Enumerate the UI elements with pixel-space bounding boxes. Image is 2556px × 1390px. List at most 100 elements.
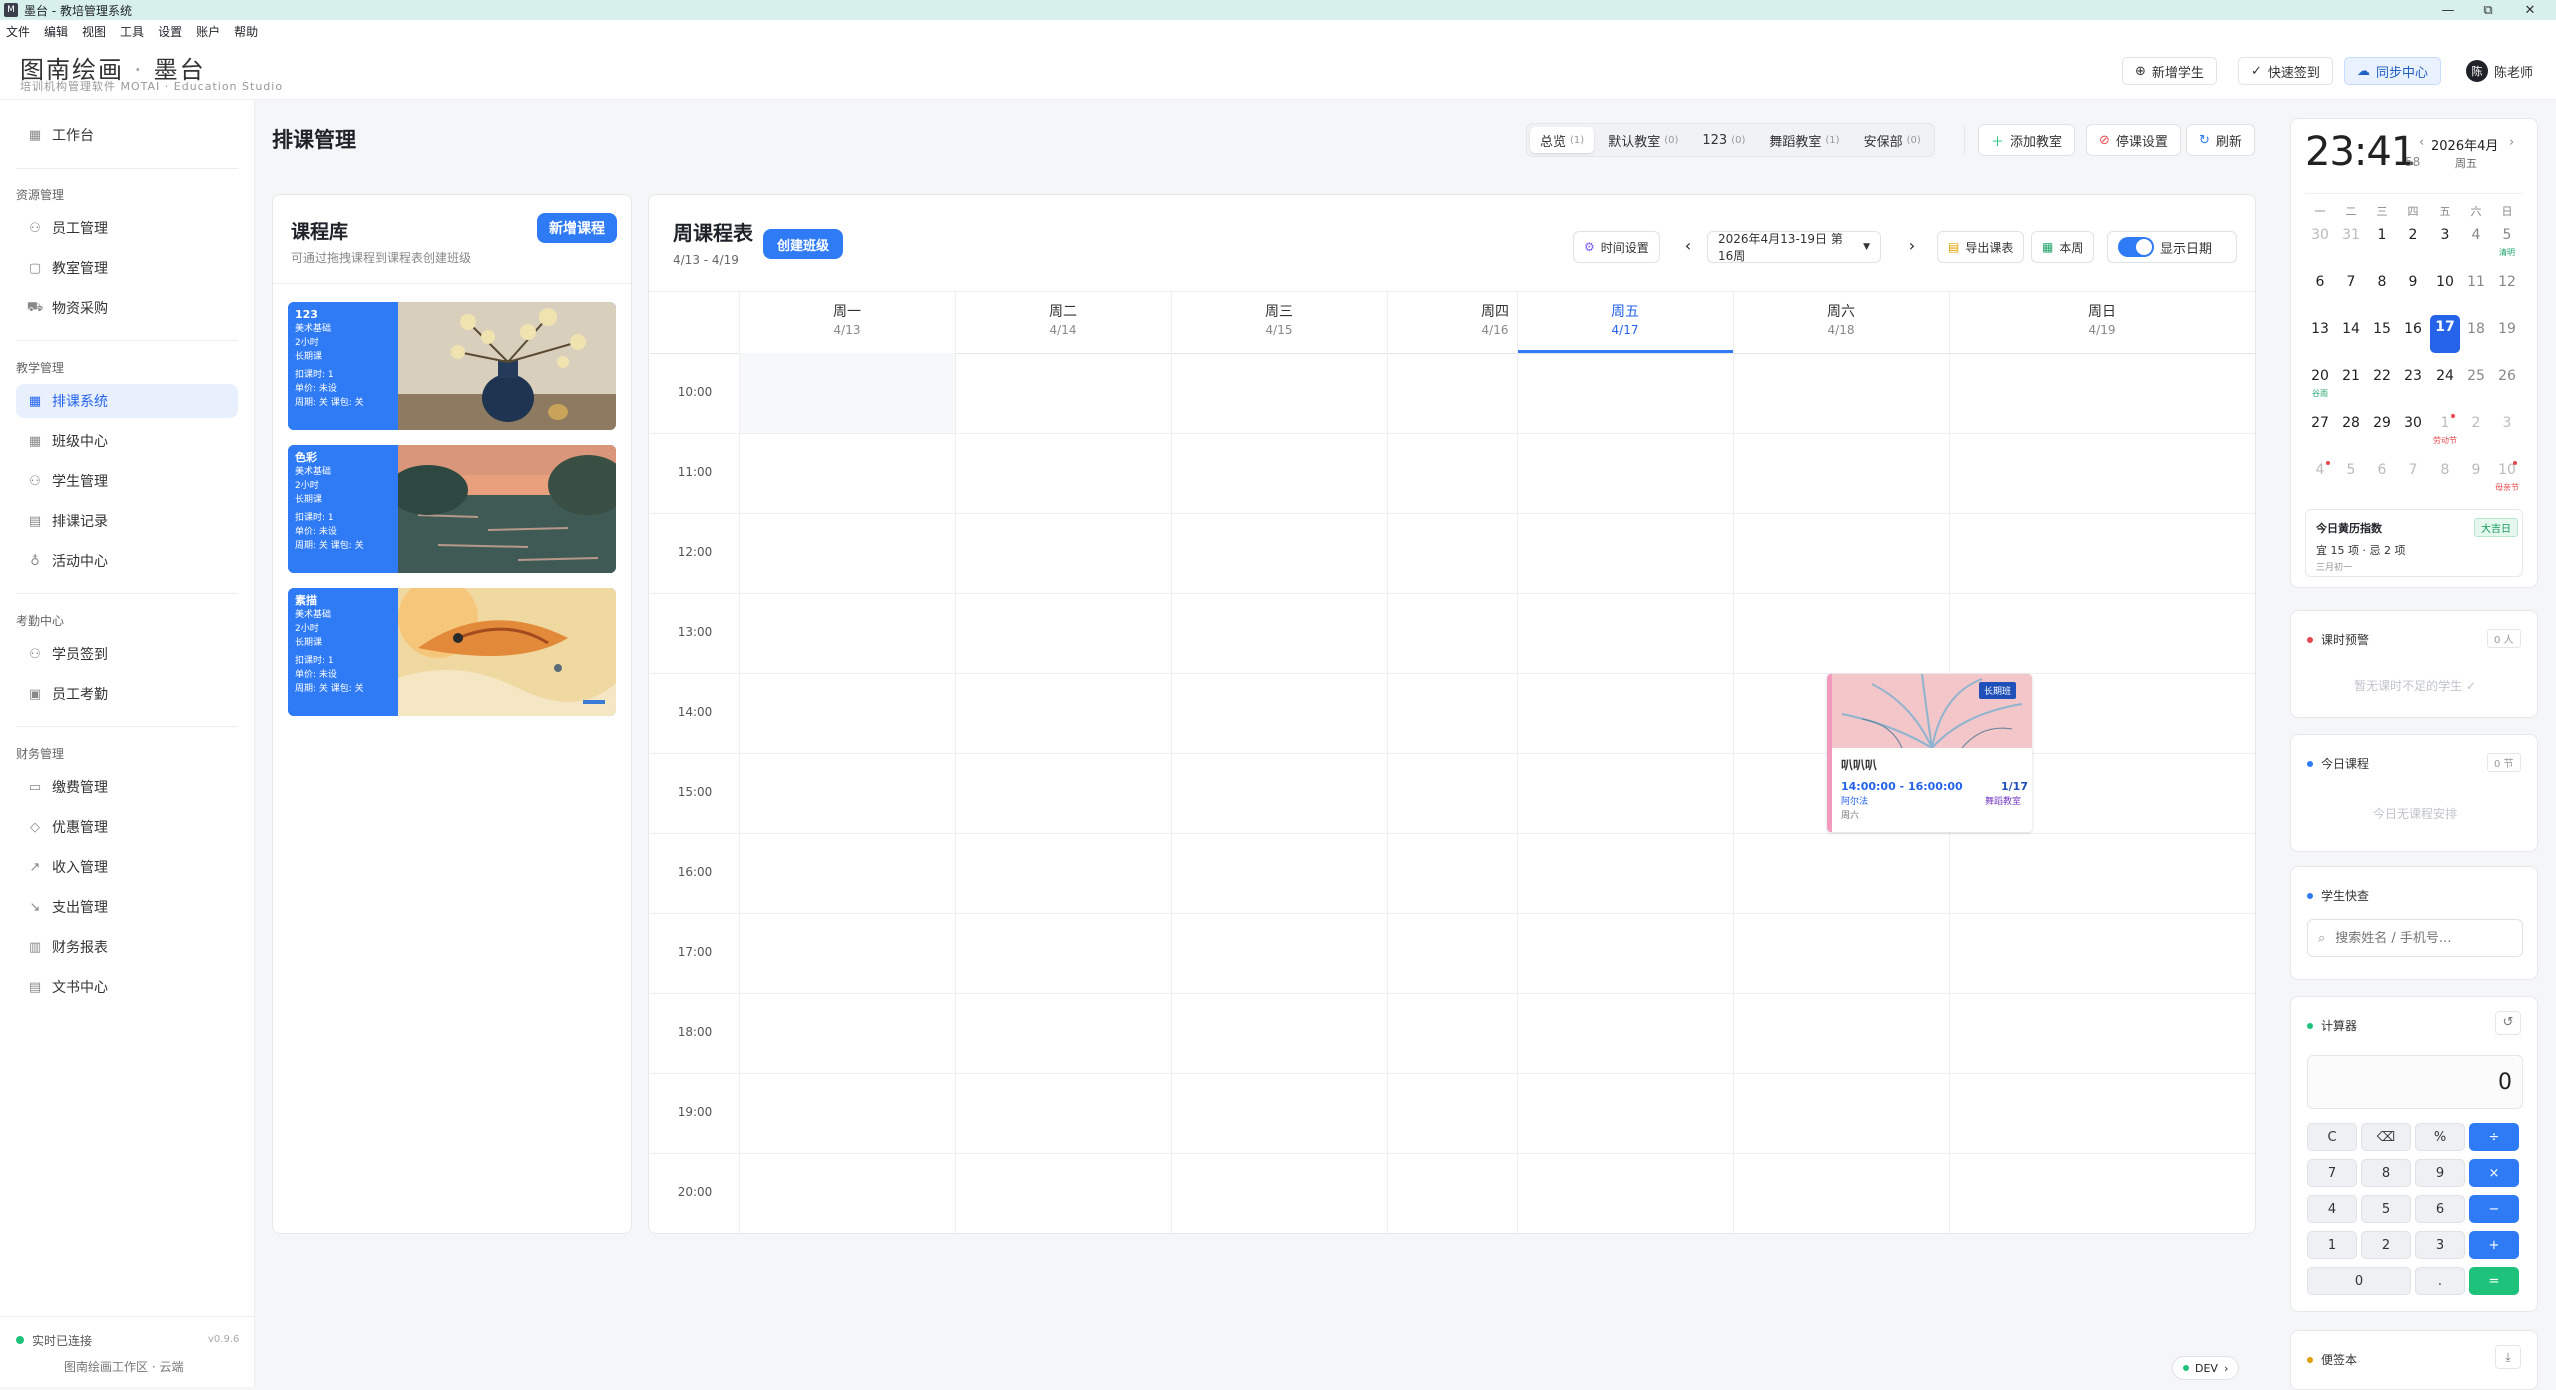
menu-account[interactable]: 账户 (196, 23, 220, 40)
next-month-button[interactable]: › (2509, 135, 2514, 150)
calc-key[interactable]: ⌫ (2361, 1123, 2411, 1151)
calendar-day[interactable]: 17 (2430, 315, 2460, 353)
calendar-day[interactable]: 8 (2367, 274, 2397, 290)
sidebar-item-reports[interactable]: ▥ 财务报表 (16, 930, 238, 964)
calc-key[interactable]: 9 (2415, 1159, 2465, 1187)
calendar-day[interactable]: 25 (2461, 368, 2491, 384)
menu-edit[interactable]: 编辑 (44, 23, 68, 40)
calendar-day[interactable]: 19 (2492, 321, 2522, 337)
calendar-day[interactable]: 1 (2367, 227, 2397, 243)
calendar-day[interactable]: 6 (2305, 274, 2335, 290)
sidebar-item-staff[interactable]: ⚇ 员工管理 (16, 211, 238, 245)
calendar-day[interactable]: 2 (2398, 227, 2428, 243)
calc-key[interactable]: 8 (2361, 1159, 2411, 1187)
calc-key[interactable]: 0 (2307, 1267, 2411, 1295)
calendar-day[interactable]: 15 (2367, 321, 2397, 337)
sidebar-item-income[interactable]: ↗ 收入管理 (16, 850, 238, 884)
sidebar-item-discounts[interactable]: ◇ 优惠管理 (16, 810, 238, 844)
calendar-day[interactable]: 2 (2461, 415, 2491, 431)
calendar-day[interactable]: 26 (2492, 368, 2522, 384)
tab-dance-room[interactable]: 舞蹈教室 (1) (1759, 127, 1849, 153)
calc-key[interactable]: 4 (2307, 1195, 2357, 1223)
sidebar-item-workbench[interactable]: ▦ 工作台 (16, 118, 238, 152)
calc-key[interactable]: % (2415, 1123, 2465, 1151)
calendar-day[interactable]: 20 (2305, 368, 2335, 384)
calendar-day[interactable]: 9 (2461, 462, 2491, 478)
calendar-day[interactable]: 13 (2305, 321, 2335, 337)
calc-key[interactable]: . (2415, 1267, 2465, 1295)
course-card[interactable]: 素描 美术基础 2小时 长期课 扣课时: 1 单价: 未设 周期: 关 课包: … (288, 588, 616, 716)
calendar-day[interactable]: 16 (2398, 321, 2428, 337)
calendar-day[interactable]: 9 (2398, 274, 2428, 290)
sidebar-item-expense[interactable]: ↘ 支出管理 (16, 890, 238, 924)
prev-week-button[interactable]: ‹ (1677, 235, 1699, 257)
calc-key[interactable]: = (2469, 1267, 2519, 1295)
calendar-day[interactable]: 3 (2430, 227, 2460, 243)
menu-settings[interactable]: 设置 (158, 23, 182, 40)
calc-key[interactable]: C (2307, 1123, 2357, 1151)
sidebar-item-payments[interactable]: ▭ 缴费管理 (16, 770, 238, 804)
quick-checkin-button[interactable]: ✓ 快速签到 (2238, 57, 2333, 85)
sidebar-item-procurement[interactable]: ⛟ 物资采购 (16, 291, 238, 325)
calendar-day[interactable]: 8 (2430, 462, 2460, 478)
calc-key[interactable]: × (2469, 1159, 2519, 1187)
calendar-day[interactable]: 22 (2367, 368, 2397, 384)
sidebar-item-activities[interactable]: ♁ 活动中心 (16, 544, 238, 578)
dev-pill[interactable]: DEV › (2172, 1356, 2240, 1380)
menu-file[interactable]: 文件 (6, 23, 30, 40)
calendar-day[interactable]: 21 (2336, 368, 2366, 384)
pause-settings-button[interactable]: ⊘ 停课设置 (2086, 124, 2181, 156)
tab-security[interactable]: 安保部 (0) (1854, 127, 1931, 153)
calc-key[interactable]: 7 (2307, 1159, 2357, 1187)
calc-key[interactable]: 5 (2361, 1195, 2411, 1223)
reset-icon[interactable]: ↺ (2495, 1011, 2521, 1035)
calc-key[interactable]: 6 (2415, 1195, 2465, 1223)
class-event[interactable]: 长期班 叭叭叭 14:00:00 - 16:00:00 1/17 阿尔法 舞蹈教… (1827, 674, 2032, 832)
search-input[interactable] (2335, 930, 2506, 946)
calc-key[interactable]: − (2469, 1195, 2519, 1223)
minimize-button[interactable]: — (2428, 0, 2468, 20)
menu-help[interactable]: 帮助 (234, 23, 258, 40)
calc-key[interactable]: 3 (2415, 1231, 2465, 1259)
sidebar-item-classrooms[interactable]: ▢ 教室管理 (16, 251, 238, 285)
sidebar-item-classes[interactable]: ▦ 班级中心 (16, 424, 238, 458)
download-icon[interactable]: ⤓ (2495, 1345, 2521, 1369)
show-date-toggle[interactable]: 显示日期 (2107, 231, 2237, 263)
student-search-box[interactable]: ⌕ (2307, 919, 2523, 957)
maximize-button[interactable]: ⧉ (2468, 0, 2508, 20)
calendar-day[interactable]: 31 (2336, 227, 2366, 243)
next-week-button[interactable]: › (1901, 235, 1923, 257)
week-select[interactable]: 2026年4月13-19日 第16周 ▼ (1707, 231, 1881, 263)
close-button[interactable]: ✕ (2510, 0, 2550, 20)
calendar-day[interactable]: 30 (2305, 227, 2335, 243)
prev-month-button[interactable]: ‹ (2419, 135, 2424, 150)
menu-view[interactable]: 视图 (82, 23, 106, 40)
calc-key[interactable]: 2 (2361, 1231, 2411, 1259)
new-student-button[interactable]: ⊕ 新增学生 (2122, 57, 2217, 85)
calendar-day[interactable]: 11 (2461, 274, 2491, 290)
calendar-day[interactable]: 1 (2430, 415, 2460, 431)
user-menu[interactable]: 陈陈老师 (2454, 57, 2546, 85)
calendar-day[interactable]: 7 (2398, 462, 2428, 478)
export-schedule-button[interactable]: ▤ 导出课表 (1937, 231, 2025, 263)
toggle-switch[interactable] (2118, 237, 2154, 257)
course-card[interactable]: 123 美术基础 2小时 长期课 扣课时: 1 单价: 未设 周期: 关 课包:… (288, 302, 616, 430)
calc-key[interactable]: 1 (2307, 1231, 2357, 1259)
calendar-day[interactable]: 7 (2336, 274, 2366, 290)
calendar-day[interactable]: 24 (2430, 368, 2460, 384)
calendar-day[interactable]: 18 (2461, 321, 2491, 337)
sidebar-item-documents[interactable]: ▤ 文书中心 (16, 970, 238, 1004)
menu-tools[interactable]: 工具 (120, 23, 144, 40)
calendar-day[interactable]: 5 (2492, 227, 2522, 243)
this-week-button[interactable]: ▦ 本周 (2031, 231, 2095, 263)
sidebar-item-student-checkin[interactable]: ⚇ 学员签到 (16, 637, 238, 671)
sidebar-item-scheduling[interactable]: ▦ 排课系统 (16, 384, 238, 418)
calendar-day[interactable]: 10 (2492, 462, 2522, 478)
calc-key[interactable]: ÷ (2469, 1123, 2519, 1151)
tab-room-123[interactable]: 123 (0) (1692, 127, 1755, 153)
sidebar-item-staff-attendance[interactable]: ▣ 员工考勤 (16, 677, 238, 711)
calendar-day[interactable]: 4 (2305, 462, 2335, 478)
tab-default-room[interactable]: 默认教室 (0) (1598, 127, 1688, 153)
calendar-day[interactable]: 30 (2398, 415, 2428, 431)
calendar-day[interactable]: 27 (2305, 415, 2335, 431)
